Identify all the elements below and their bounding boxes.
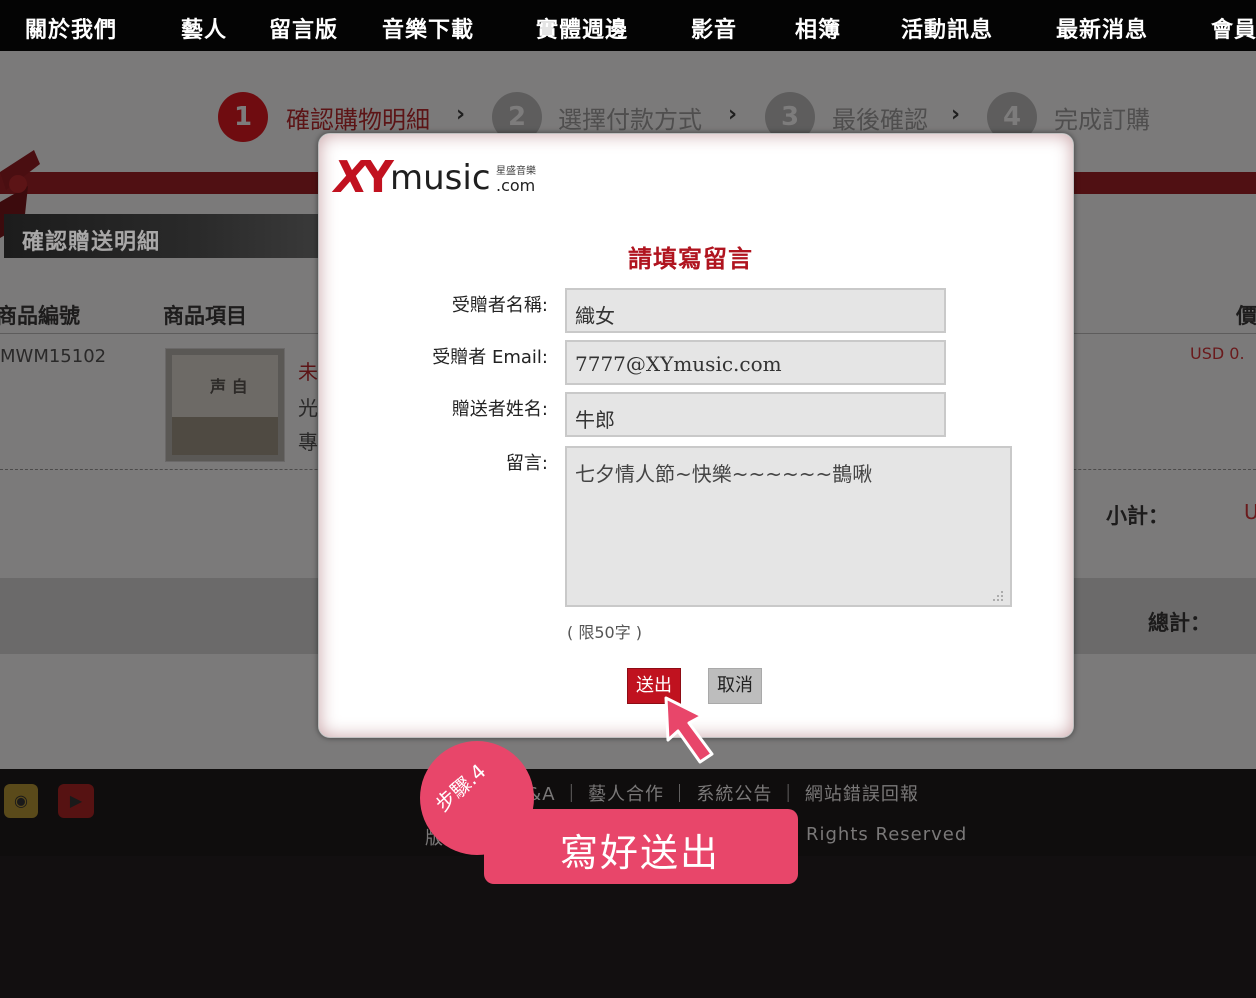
weibo-icon[interactable]: ◉ [4,784,38,818]
nav-item-video[interactable]: 影音 [691,12,737,44]
chevron-right-icon: › [456,102,466,127]
xymusic-logo: X Y music 星盛音樂 .com [334,152,554,208]
column-header-item: 商品項目 [163,304,247,328]
step-2-label: 選擇付款方式 [558,106,702,134]
product-price: USD 0. [1190,344,1245,363]
logo-tagline: 星盛音樂 [496,166,536,177]
logo-word: music [390,158,491,198]
chevron-right-icon: › [951,102,961,127]
recipient-email-input[interactable]: 7777@XYmusic.com [565,340,946,385]
youtube-icon[interactable]: ▶ [58,784,94,818]
nav-item-events[interactable]: 活動訊息 [901,12,993,44]
top-nav: 關於我們 藝人 留言版 音樂下載 實體週邊 影音 相簿 活動訊息 最新消息 會員 [0,0,1256,51]
recipient-name-label: 受贈者名稱: [451,295,548,316]
nav-item-merchandise[interactable]: 實體週邊 [536,12,628,44]
footer-copyright: Rights Reserved [806,824,968,845]
character-limit-note: ( 限50字 ) [567,623,643,642]
nav-item-guestbook[interactable]: 留言版 [269,12,338,44]
section-title: 確認贈送明細 [22,230,161,255]
product-type: 專 [298,430,318,454]
album-cover[interactable]: 声 自 [165,348,285,462]
page: 關於我們 藝人 留言版 音樂下載 實體週邊 影音 相簿 活動訊息 最新消息 會員… [0,0,1256,998]
recipient-email-label: 受贈者 Email: [432,347,548,368]
total-label: 總計： [1148,611,1211,635]
nav-item-news[interactable]: 最新消息 [1056,12,1148,44]
subtotal-value: U [1244,500,1256,524]
column-header-price: 價 [1236,304,1256,328]
product-artist: 光 [298,396,318,420]
footer-links[interactable]: Q&A ｜ 藝人合作 ｜ 系統公告 ｜ 網站錯誤回報 [512,780,919,806]
album-art-title: 声 自 [210,377,248,396]
step-1-circle: 1 [218,92,268,142]
recipient-name-input[interactable]: 織女 [565,288,946,333]
subtotal-label: 小計： [1106,504,1169,528]
column-header-code: 商品編號 [0,304,80,328]
album-art: 声 自 [172,355,278,455]
nav-item-album[interactable]: 相簿 [795,12,841,44]
message-textarea[interactable]: 七夕情人節~快樂~~~~~~鵲啾 [565,446,1012,607]
dialog-title: 請填寫留言 [628,245,753,273]
nav-item-artists[interactable]: 藝人 [181,12,227,44]
nav-item-music-download[interactable]: 音樂下載 [382,12,474,44]
product-code: MWM15102 [0,346,107,367]
nav-item-about[interactable]: 關於我們 [25,12,117,44]
nav-item-member[interactable]: 會員 [1211,12,1256,44]
product-title[interactable]: 未 [298,356,318,385]
pointer-arrow-icon [664,696,714,764]
step-3-label: 最後確認 [832,106,928,134]
chevron-right-icon: › [728,102,738,127]
callout-text: 寫好送出 [560,831,721,875]
resize-grip-icon[interactable] [990,588,1004,602]
logo-domain: .com [496,176,536,195]
step-1-label: 確認購物明細 [286,106,430,134]
step-4-label: 完成訂購 [1054,106,1150,134]
message-label: 留言: [505,453,548,474]
sender-name-input[interactable]: 牛郎 [565,392,946,437]
sender-name-label: 贈送者姓名: [451,399,548,420]
